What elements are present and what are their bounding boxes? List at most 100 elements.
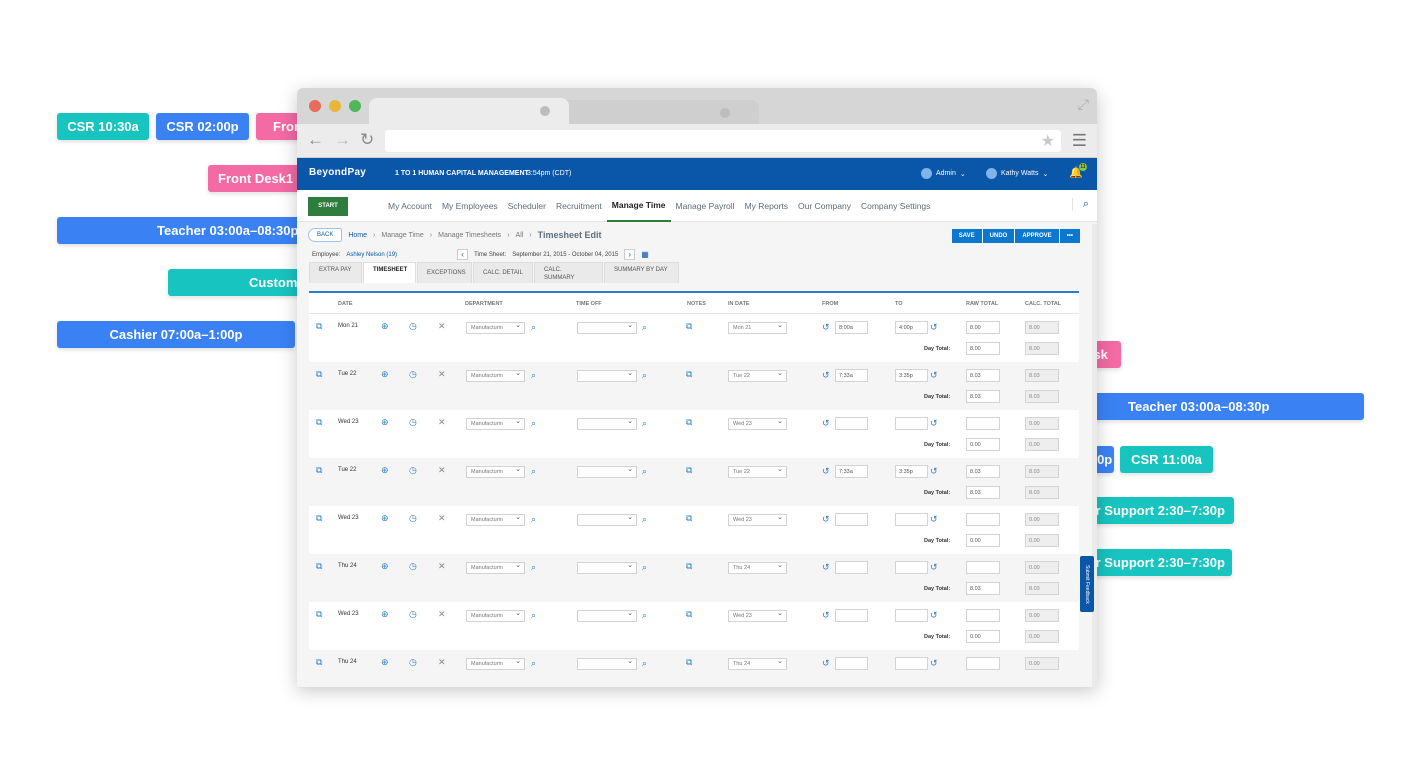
to-time-input[interactable] <box>895 513 928 526</box>
from-history-icon[interactable]: ↺ <box>822 514 830 524</box>
to-history-icon[interactable]: ↺ <box>930 466 938 476</box>
notes-icon[interactable]: ⧉ <box>686 417 692 427</box>
edit-icon[interactable]: ⧉ <box>316 513 322 523</box>
department-select[interactable]: Manufacturin <box>466 322 525 334</box>
time-off-select[interactable] <box>577 514 637 526</box>
time-off-select[interactable] <box>577 562 637 574</box>
minimize-window-button[interactable] <box>329 100 341 112</box>
add-punch-icon[interactable]: ⊕ <box>381 513 389 523</box>
nav-my-account[interactable]: My Account <box>383 190 437 222</box>
to-time-input[interactable]: 3:35p <box>895 465 928 478</box>
from-time-input[interactable]: 8:00a <box>835 321 868 334</box>
edit-icon[interactable]: ⧉ <box>316 657 322 667</box>
browser-tab-active[interactable] <box>369 98 569 124</box>
from-time-input[interactable] <box>835 417 868 430</box>
department-lookup-icon[interactable]: ⌕ <box>531 466 536 476</box>
delete-icon[interactable]: ✕ <box>438 561 446 571</box>
department-lookup-icon[interactable]: ⌕ <box>531 658 536 668</box>
nav-manage-payroll[interactable]: Manage Payroll <box>671 190 740 222</box>
in-date-select[interactable]: Wed 23 <box>728 514 787 526</box>
add-punch-icon[interactable]: ⊕ <box>381 465 389 475</box>
raw-total-input[interactable] <box>966 657 1000 670</box>
star-icon[interactable]: ★ <box>1041 131 1055 151</box>
department-select[interactable]: Manufacturin <box>466 466 525 478</box>
to-history-icon[interactable]: ↺ <box>930 658 938 668</box>
breadcrumb-manage-timesheets[interactable]: Manage Timesheets <box>438 232 501 239</box>
to-history-icon[interactable]: ↺ <box>930 370 938 380</box>
to-time-input[interactable]: 3:35p <box>895 369 928 382</box>
delete-icon[interactable]: ✕ <box>438 465 446 475</box>
time-off-select[interactable] <box>577 322 637 334</box>
history-icon[interactable]: ◷ <box>409 657 417 667</box>
browser-tab[interactable] <box>559 100 759 124</box>
from-history-icon[interactable]: ↺ <box>822 418 830 428</box>
from-time-input[interactable] <box>835 609 868 622</box>
raw-total-input[interactable]: 8.00 <box>966 321 1000 334</box>
nav-my-reports[interactable]: My Reports <box>740 190 793 222</box>
notes-icon[interactable]: ⧉ <box>686 657 692 667</box>
start-button[interactable]: START <box>308 197 348 216</box>
history-icon[interactable]: ◷ <box>409 369 417 379</box>
add-punch-icon[interactable]: ⊕ <box>381 657 389 667</box>
edit-icon[interactable]: ⧉ <box>316 321 322 331</box>
from-history-icon[interactable]: ↺ <box>822 562 830 572</box>
in-date-select[interactable]: Wed 23 <box>728 610 787 622</box>
delete-icon[interactable]: ✕ <box>438 321 446 331</box>
department-select[interactable]: Manufacturin <box>466 370 525 382</box>
edit-icon[interactable]: ⧉ <box>316 609 322 619</box>
to-time-input[interactable]: 4:00p <box>895 321 928 334</box>
close-window-button[interactable] <box>309 100 321 112</box>
to-time-input[interactable] <box>895 657 928 670</box>
raw-total-input[interactable] <box>966 417 1000 430</box>
to-history-icon[interactable]: ↺ <box>930 610 938 620</box>
search-icon[interactable]: ⌕ <box>1071 198 1089 211</box>
time-off-lookup-icon[interactable]: ⌕ <box>642 610 647 620</box>
department-lookup-icon[interactable]: ⌕ <box>531 418 536 428</box>
department-lookup-icon[interactable]: ⌕ <box>531 322 536 332</box>
forward-arrow-icon[interactable]: → <box>334 131 351 149</box>
tab-extra-pay[interactable]: EXTRA PAY <box>309 262 362 283</box>
notes-icon[interactable]: ⧉ <box>686 321 692 331</box>
from-time-input[interactable]: 7:33a <box>835 369 868 382</box>
notes-icon[interactable]: ⧉ <box>686 513 692 523</box>
edit-icon[interactable]: ⧉ <box>316 417 322 427</box>
add-punch-icon[interactable]: ⊕ <box>381 417 389 427</box>
from-time-input[interactable]: 7:33a <box>835 465 868 478</box>
time-off-lookup-icon[interactable]: ⌕ <box>642 322 647 332</box>
delete-icon[interactable]: ✕ <box>438 609 446 619</box>
raw-total-input[interactable]: 8.03 <box>966 369 1000 382</box>
time-off-select[interactable] <box>577 418 637 430</box>
tab-calc-summary[interactable]: CALC. SUMMARY <box>534 262 603 283</box>
nav-scheduler[interactable]: Scheduler <box>503 190 551 222</box>
tab-calc-detail[interactable]: CALC. DETAIL <box>473 262 533 283</box>
department-select[interactable]: Manufacturin <box>466 658 525 670</box>
in-date-select[interactable]: Thu 24 <box>728 658 787 670</box>
back-button[interactable]: BACK <box>308 228 343 242</box>
tab-exceptions[interactable]: EXCEPTIONS <box>417 262 472 283</box>
department-lookup-icon[interactable]: ⌕ <box>531 610 536 620</box>
department-lookup-icon[interactable]: ⌕ <box>531 514 536 524</box>
delete-icon[interactable]: ✕ <box>438 369 446 379</box>
expand-icon[interactable]: ⤢ <box>1078 96 1089 113</box>
history-icon[interactable]: ◷ <box>409 465 417 475</box>
from-time-input[interactable] <box>835 561 868 574</box>
next-period-button[interactable]: › <box>624 249 636 260</box>
nav-recruitment[interactable]: Recruitment <box>551 190 607 222</box>
calendar-icon[interactable]: ▦ <box>641 250 649 259</box>
app-logo[interactable]: BeyondPay <box>309 167 366 178</box>
edit-icon[interactable]: ⧉ <box>316 369 322 379</box>
time-off-select[interactable] <box>577 370 637 382</box>
breadcrumb-manage-time[interactable]: Manage Time <box>381 232 423 239</box>
nav-company-settings[interactable]: Company Settings <box>856 190 935 222</box>
time-off-lookup-icon[interactable]: ⌕ <box>642 514 647 524</box>
user-menu[interactable]: Kathy Watts ⌄ <box>986 168 1048 179</box>
employee-link[interactable]: Ashley Nelson (19) <box>346 252 397 258</box>
breadcrumb-home[interactable]: Home <box>348 232 367 239</box>
time-off-lookup-icon[interactable]: ⌕ <box>642 370 647 380</box>
in-date-select[interactable]: Wed 23 <box>728 418 787 430</box>
nav-our-company[interactable]: Our Company <box>793 190 856 222</box>
menu-icon[interactable]: ☰ <box>1072 131 1087 151</box>
delete-icon[interactable]: ✕ <box>438 417 446 427</box>
department-select[interactable]: Manufacturin <box>466 418 525 430</box>
undo-button[interactable]: UNDO <box>982 229 1015 243</box>
